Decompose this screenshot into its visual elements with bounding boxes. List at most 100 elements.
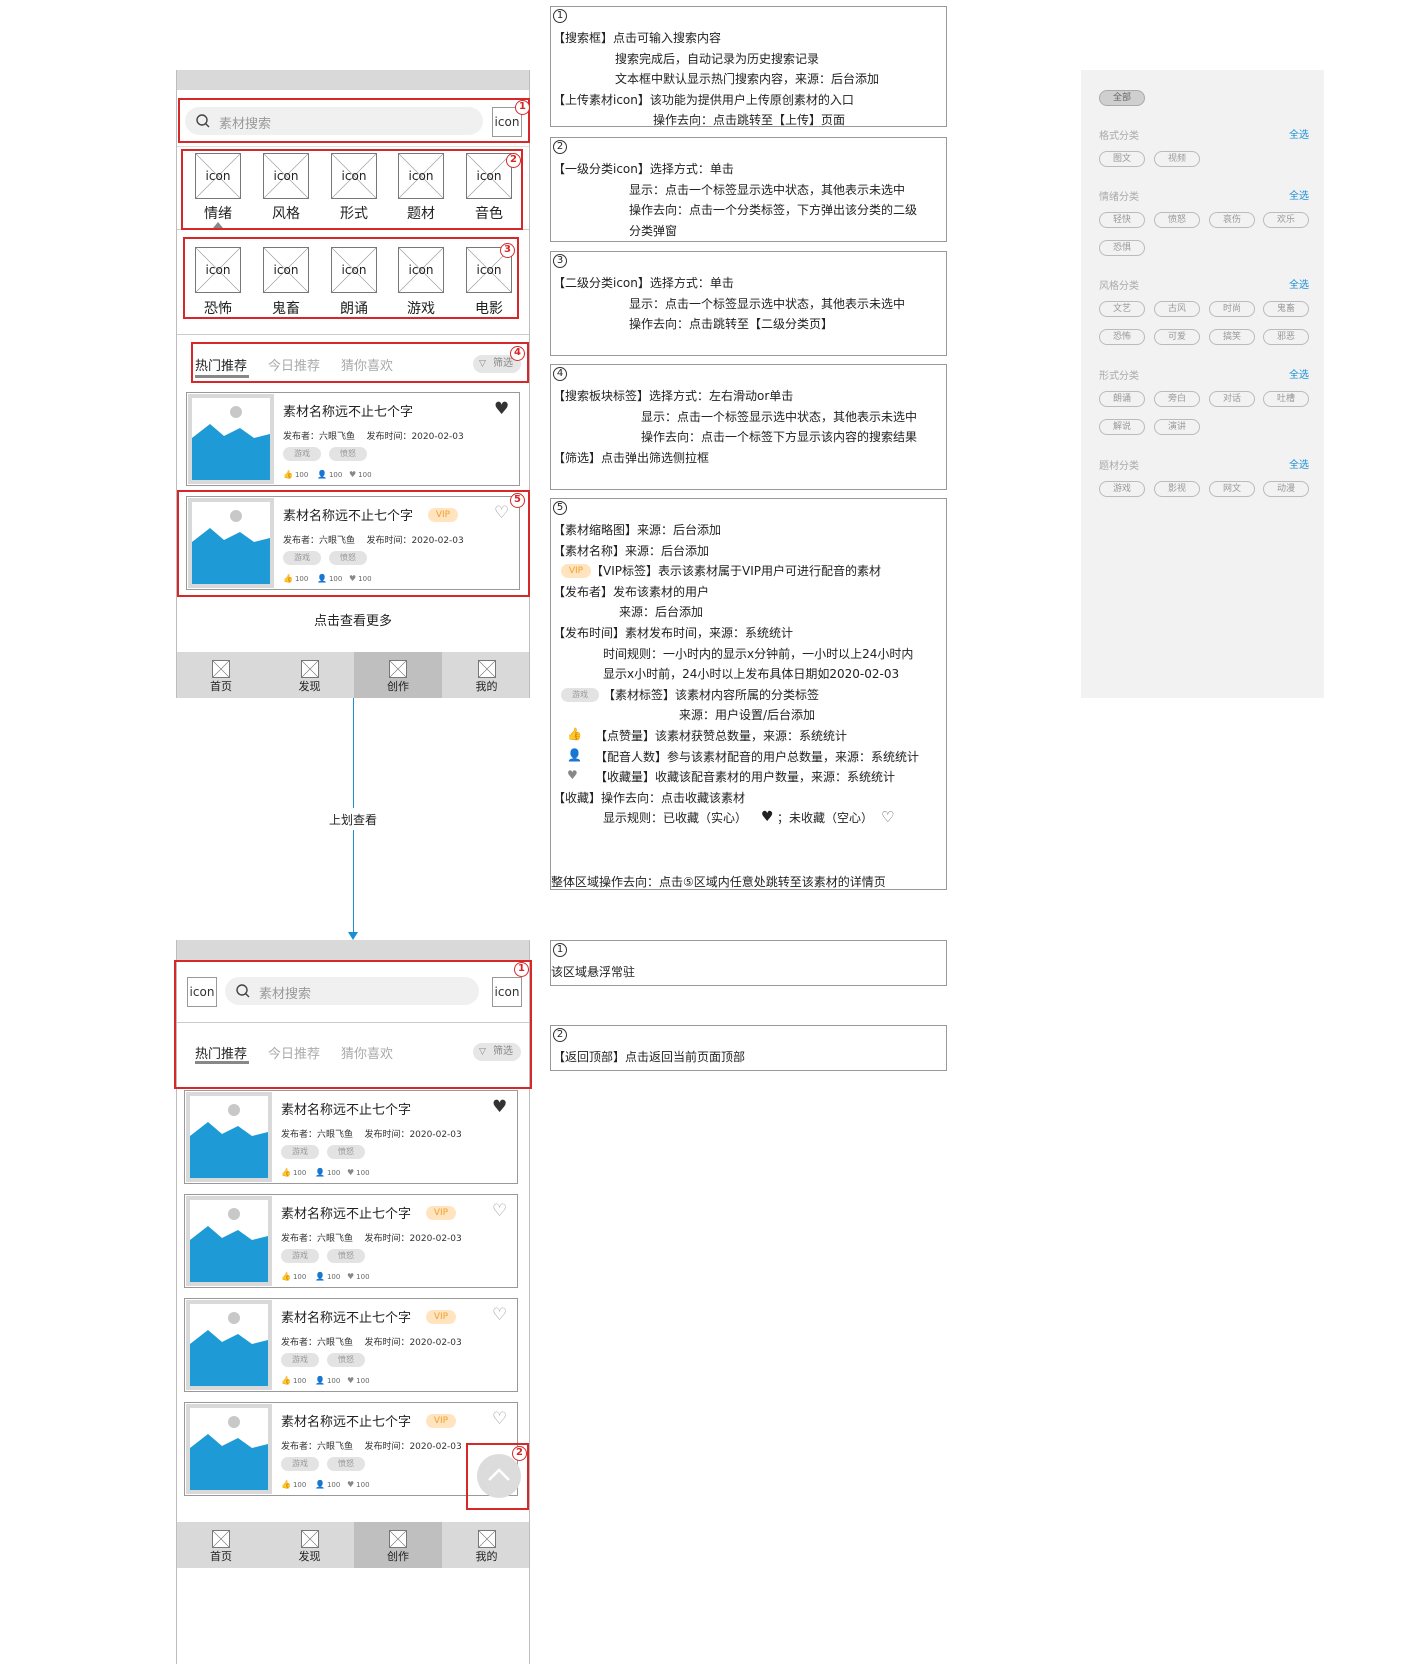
tab-placeholder-icon (300, 1530, 319, 1548)
image-placeholder-icon (190, 1408, 268, 1490)
stat-user: 👤 100 (315, 1480, 340, 1489)
note-number: 5 (553, 501, 567, 515)
like-icon: 👍 (283, 470, 293, 479)
annotation-badge: 5 (510, 493, 525, 508)
material-tag: 愤怒 (329, 447, 367, 461)
swipe-connector-line (353, 830, 354, 932)
favorite-outline-icon[interactable]: ♡ (492, 1411, 507, 1428)
chip-all[interactable]: 全部 (1099, 90, 1145, 106)
note-number: 1 (553, 943, 567, 957)
annotation-badge: 2 (506, 153, 521, 168)
material-title: 素材名称远不止七个字 (281, 1103, 412, 1118)
filter-chip[interactable]: 对话 (1209, 391, 1255, 407)
filter-chip[interactable]: 愤怒 (1154, 212, 1200, 228)
note-line: 【二级分类icon】选择方式：单击 (553, 276, 734, 290)
filter-chip[interactable]: 时尚 (1209, 301, 1255, 317)
stat-heart-count: ♥ 100 (347, 1480, 370, 1489)
filter-chip[interactable]: 动漫 (1263, 481, 1309, 497)
filter-chip[interactable]: 吐槽 (1263, 391, 1309, 407)
select-all-link[interactable]: 全选 (1289, 456, 1309, 471)
nav-label: 发现 (298, 1550, 321, 1563)
select-all-link[interactable]: 全选 (1289, 276, 1309, 291)
stat-value: 100 (292, 1377, 307, 1385)
nav-label: 我的 (475, 680, 498, 693)
filter-chip[interactable]: 轻快 (1099, 212, 1145, 228)
filter-side-panel: 全部 格式分类 全选 图文 视频 情绪分类 全选 轻快 愤怒 哀伤 欢乐 恐惧 风格分类 全选 文艺 古风时… (1081, 70, 1324, 698)
filter-chip[interactable]: 哀伤 (1209, 212, 1255, 228)
favorite-outline-icon[interactable]: ♡ (492, 1203, 507, 1220)
nav-item-2[interactable]: 发现 (266, 652, 354, 698)
stat-value: 100 (356, 1377, 370, 1385)
material-meta: 发布者：六眼飞鱼 发布时间：2020-02-03 (283, 432, 464, 442)
nav-item-2[interactable]: 发现 (266, 1522, 354, 1568)
stat-value: 100 (356, 1273, 370, 1281)
stat-like: 👍 100 (281, 1168, 306, 1177)
status-bar (177, 940, 529, 960)
filter-chip[interactable]: 解说 (1099, 419, 1145, 435)
nav-label: 创作 (387, 680, 409, 693)
select-all-link[interactable]: 全选 (1289, 187, 1309, 202)
filter-chip[interactable]: 搞笑 (1209, 329, 1255, 345)
note-line: 显示：点击一个标签显示选中状态，其他表示未选中 (629, 296, 906, 311)
tab-placeholder-icon (389, 1530, 407, 1548)
annotation-badge: 1 (514, 962, 529, 977)
filter-chip[interactable]: 视频 (1154, 151, 1200, 167)
stat-value: 100 (326, 1481, 341, 1489)
note-line: 【搜索框】点击可输入搜索内容 (553, 31, 722, 45)
filter-chip[interactable]: 邪恶 (1263, 329, 1309, 345)
annotation-badge: 2 (512, 1446, 527, 1461)
filter-chip[interactable]: 演讲 (1154, 419, 1200, 435)
annotation-badge: 1 (515, 100, 530, 115)
note-line: 【素材名称】来源：后台添加 (553, 543, 710, 558)
favorite-filled-icon[interactable]: ♥ (492, 1099, 507, 1116)
filter-chip[interactable]: 旁白 (1154, 391, 1200, 407)
select-all-link[interactable]: 全选 (1289, 126, 1309, 141)
nav-item-3[interactable]: 创作 (354, 1522, 442, 1568)
stat-user: 👤 100 (315, 1376, 340, 1385)
material-tag: 游戏 (283, 447, 321, 461)
filter-chip[interactable]: 游戏 (1099, 481, 1145, 497)
note-line: 显示：点击一个标签显示选中状态，其他表示未选中 (641, 409, 918, 424)
note-line: 文本框中默认显示热门搜索内容，来源：后台添加 (615, 72, 880, 87)
stat-user: 👤 100 (315, 1168, 340, 1177)
annotation-note-3: 3 【二级分类icon】选择方式：单击 显示：点击一个标签显示选中状态，其他表示未选… (550, 251, 947, 356)
favorite-outline-icon[interactable]: ♡ (492, 1307, 507, 1324)
material-thumbnail (186, 1404, 272, 1494)
nav-item-4[interactable]: 我的 (443, 1522, 531, 1568)
filter-chip[interactable]: 欢乐 (1263, 212, 1309, 228)
nav-item-1[interactable]: 首页 (177, 652, 265, 698)
favorite-filled-icon[interactable]: ♥ (494, 401, 509, 418)
filter-chip[interactable]: 图文 (1099, 151, 1145, 167)
nav-item-3[interactable]: 创作 (354, 652, 442, 698)
filter-chip[interactable]: 影视 (1154, 481, 1200, 497)
stat-value: 100 (328, 471, 343, 479)
material-card[interactable]: 素材名称远不止七个字 VIP 发布者：六眼飞鱼 发布时间：2020-02-03 游戏愤… (184, 1298, 518, 1392)
stat-value: 100 (326, 1273, 341, 1281)
material-card[interactable]: 素材名称远不止七个字 发布者：六眼飞鱼 发布时间：2020-02-03 游戏 愤怒 👍 1… (184, 1090, 518, 1184)
filter-chip[interactable]: 网文 (1209, 481, 1255, 497)
material-title: 素材名称远不止七个字 (281, 1415, 412, 1430)
filter-chip[interactable]: 恐怖 (1099, 329, 1145, 345)
material-card[interactable]: 素材名称远不止七个字 VIP 发布者：六眼飞鱼 发布时间：2020-02-03 游戏愤… (184, 1194, 518, 1288)
filter-chip[interactable]: 朗诵 (1099, 391, 1145, 407)
user-icon: 👤 (567, 747, 582, 762)
filter-chip[interactable]: 可爱 (1154, 329, 1200, 345)
nav-item-1[interactable]: 首页 (177, 1522, 265, 1568)
nav-item-4[interactable]: 我的 (443, 652, 531, 698)
filter-chip[interactable]: 鬼畜 (1263, 301, 1309, 317)
annotation-note-1: 1 【搜索框】点击可输入搜索内容 搜索完成后，自动记录为历史搜索记录 文本框中默认显示… (550, 6, 947, 127)
select-all-link[interactable]: 全选 (1289, 366, 1309, 381)
filter-chip[interactable]: 文艺 (1099, 301, 1145, 317)
material-card[interactable]: 素材名称远不止七个字 发布者：六眼飞鱼 发布时间：2020-02-03 游戏 愤怒 👍 1… (186, 392, 520, 486)
note-line: 操作去向：点击跳转至【二级分类页】 (629, 317, 834, 332)
image-placeholder-icon (190, 1096, 268, 1178)
load-more-link[interactable]: 点击查看更多 (177, 610, 529, 629)
stat-heart-count: ♥ 100 (349, 470, 372, 479)
filter-chip[interactable]: 古风 (1154, 301, 1200, 317)
stat-like: 👍 100 (283, 470, 308, 479)
annotation-note-4: 4 【搜索板块标签】选择方式：左右滑动or单击 显示：点击一个标签显示选中状态，其他… (550, 364, 947, 490)
nav-label: 我的 (475, 1550, 498, 1563)
filter-chip[interactable]: 恐惧 (1099, 240, 1145, 256)
note-number: 2 (553, 140, 567, 154)
vip-badge: VIP (426, 1414, 456, 1428)
